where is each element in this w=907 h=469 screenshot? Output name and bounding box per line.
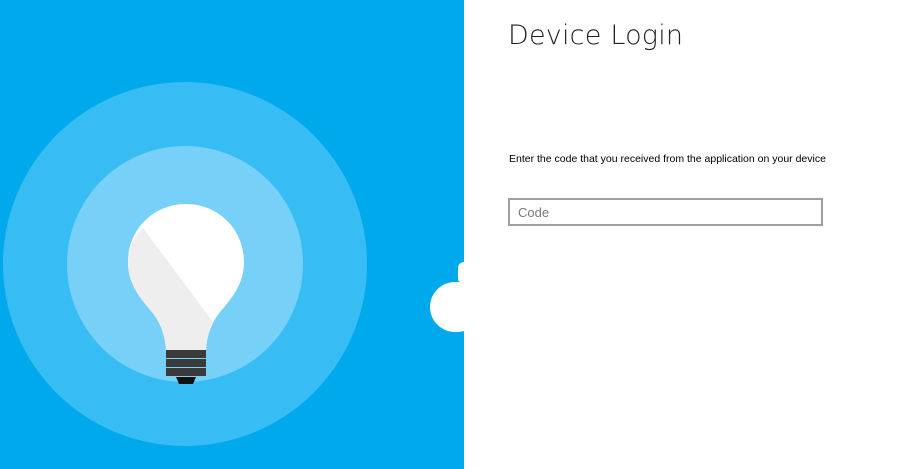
login-panel: Device Login Enter the code that you rec…: [464, 0, 907, 469]
device-login-page: Device Login Enter the code that you rec…: [0, 0, 907, 469]
page-title: Device Login: [508, 20, 684, 51]
code-input[interactable]: [508, 198, 823, 226]
code-instructions: Enter the code that you received from th…: [509, 153, 826, 165]
lightbulb-illustration: [3, 82, 367, 446]
illustration-panel: [0, 0, 464, 469]
